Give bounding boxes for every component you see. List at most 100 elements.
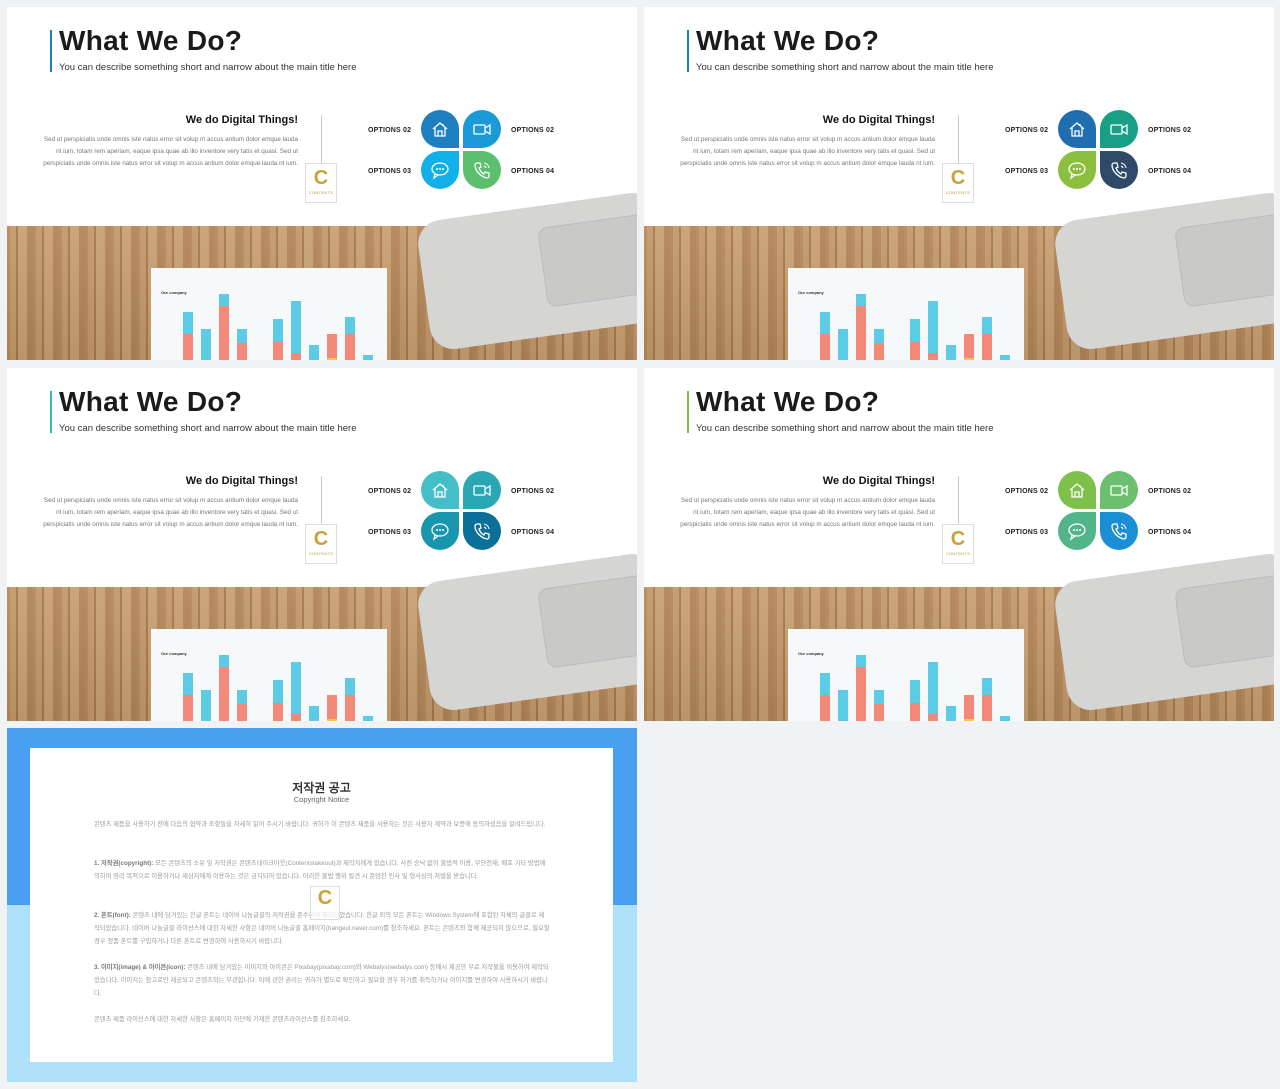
slide-3[interactable]: What We Do? You can describe something s…	[7, 368, 637, 721]
copyright-title: 저작권 공고	[292, 781, 351, 795]
photo-chart-bar	[219, 666, 229, 721]
photo-chart-bar	[874, 689, 884, 705]
divider-line	[958, 476, 959, 524]
photo-chart-bar	[856, 294, 866, 306]
slide-subtitle: You can describe something short and nar…	[59, 62, 357, 73]
photo-chart-bar	[910, 318, 920, 342]
copyright-slide[interactable]: 저작권 공고 Copyright Notice 콘텐츠 제품을 사용하기 전에 …	[7, 728, 637, 1082]
option-petal-3[interactable]	[421, 151, 459, 189]
option-label: OPTIONS 03	[1005, 529, 1049, 536]
photo-chart-bar	[910, 341, 920, 360]
photo-chart-bar	[345, 694, 355, 721]
logo-mark: C	[313, 528, 329, 550]
phone-icon	[474, 162, 490, 179]
laptop-trackpad	[1174, 211, 1274, 308]
photo-chart-bar	[183, 333, 193, 360]
option-petal-1[interactable]	[421, 110, 459, 148]
photo-chart-bar	[273, 702, 283, 721]
option-petal-3[interactable]	[1058, 512, 1096, 550]
photo-chart-bars	[788, 288, 1024, 360]
option-label: OPTIONS 02	[1005, 488, 1049, 495]
photo-chart-bar	[928, 661, 938, 715]
option-petal-2[interactable]	[463, 110, 501, 148]
option-petal-2[interactable]	[1100, 471, 1138, 509]
option-petal-1[interactable]	[1058, 471, 1096, 509]
photo-chart-bar	[964, 358, 974, 360]
option-petal-2[interactable]	[1100, 110, 1138, 148]
option-petal-3[interactable]	[1058, 151, 1096, 189]
divider-line	[958, 115, 959, 163]
chat-bubble-icon	[431, 162, 449, 180]
slide-title: What We Do?	[59, 25, 243, 56]
option-petal-4[interactable]	[463, 512, 501, 550]
section-heading: We do Digital Things!	[185, 114, 298, 126]
photo-chart-bar	[237, 704, 247, 721]
chat-bubble-icon	[1068, 523, 1086, 541]
option-petal-4[interactable]	[1100, 512, 1138, 550]
copyright-outro: 콘텐츠 제품 라이선스에 대한 자세한 사항은 홈페이지 하단에 기재한 콘텐츠…	[94, 1016, 351, 1023]
slide-1[interactable]: What We Do? You can describe something s…	[7, 7, 637, 360]
contents-logo: C CONTENTS	[942, 163, 974, 203]
photo-chart-bar	[219, 305, 229, 360]
photo-chart-bar	[327, 333, 337, 359]
option-petal-4[interactable]	[463, 151, 501, 189]
photo-chart-bar	[946, 706, 956, 721]
contents-logo: C CONTENTS	[305, 163, 337, 203]
photo-chart-bar	[291, 661, 301, 715]
contents-logo: C CONTENTS	[305, 524, 337, 564]
section-heading: We do Digital Things!	[822, 475, 935, 487]
photo-chart-bar	[820, 312, 830, 334]
laptop-trackpad	[537, 572, 637, 669]
laptop-image	[415, 550, 637, 714]
option-label: OPTIONS 04	[1148, 168, 1192, 175]
section-heading: We do Digital Things!	[185, 475, 298, 487]
option-petal-1[interactable]	[1058, 110, 1096, 148]
option-petal-3[interactable]	[421, 512, 459, 550]
photo-chart-bar	[309, 345, 319, 360]
option-label: OPTIONS 02	[1005, 127, 1049, 134]
option-petal-1[interactable]	[421, 471, 459, 509]
photo-chart-bar	[982, 333, 992, 360]
accent-bar	[687, 30, 689, 72]
phone-icon	[1111, 523, 1127, 540]
slide-2[interactable]: What We Do? You can describe something s…	[644, 7, 1274, 360]
desk-photo: Our company	[7, 550, 637, 721]
laptop-image	[415, 189, 637, 353]
photo-chart-bar	[345, 678, 355, 695]
slide-subtitle: You can describe something short and nar…	[696, 423, 994, 434]
home-icon	[1069, 122, 1085, 137]
accent-bar	[687, 391, 689, 433]
home-icon	[432, 122, 448, 137]
photo-chart-bar	[874, 343, 884, 360]
photo-chart-bar	[183, 694, 193, 721]
body-text: Sed ut perspiciatis unde omnis iste natu…	[680, 136, 935, 167]
option-label: OPTIONS 04	[511, 168, 555, 175]
logo-mark: C	[950, 167, 966, 189]
photo-chart-bar	[838, 689, 848, 721]
photo-chart-bar	[219, 294, 229, 306]
paper-chart-image: Our company	[151, 629, 387, 721]
photo-chart-bar	[928, 353, 938, 360]
option-petal-2[interactable]	[463, 471, 501, 509]
option-petal-4[interactable]	[1100, 151, 1138, 189]
photo-chart-bar	[273, 341, 283, 360]
accent-bar	[50, 391, 52, 433]
photo-chart-bar	[183, 673, 193, 695]
photo-chart-bar	[363, 715, 373, 721]
phone-icon	[474, 523, 490, 540]
photo-chart-bar	[363, 354, 373, 360]
photo-chart-bar	[856, 666, 866, 721]
chat-bubble-icon	[431, 523, 449, 541]
photo-chart-bar	[820, 673, 830, 695]
photo-chart-bar	[237, 328, 247, 344]
video-camera-icon	[473, 484, 491, 497]
copyright-subtitle: Copyright Notice	[293, 795, 350, 804]
photo-chart-bar	[874, 328, 884, 344]
photo-chart-bar	[327, 694, 337, 720]
video-camera-icon	[473, 123, 491, 136]
option-label: OPTIONS 03	[368, 529, 412, 536]
photo-chart-bar	[309, 706, 319, 721]
slide-4[interactable]: What We Do? You can describe something s…	[644, 368, 1274, 721]
photo-chart-bar	[964, 694, 974, 720]
photo-chart-bar	[910, 702, 920, 721]
